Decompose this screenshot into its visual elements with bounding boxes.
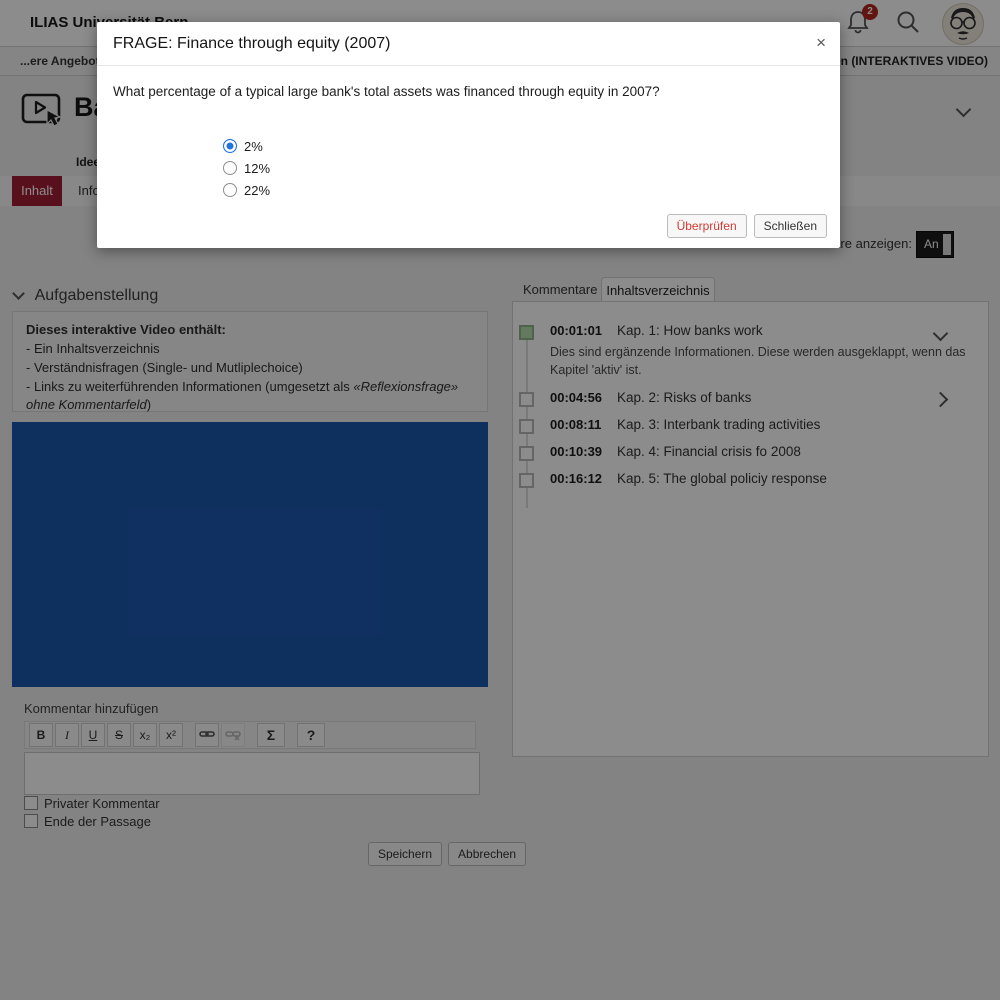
- modal-question: What percentage of a typical large bank'…: [113, 84, 660, 99]
- answer-label: 22%: [244, 183, 270, 198]
- modal-title: FRAGE: Finance through equity (2007): [113, 22, 390, 66]
- close-modal-button[interactable]: Schließen: [754, 214, 827, 238]
- answer-option[interactable]: 2%: [223, 136, 270, 156]
- radio-icon[interactable]: [223, 161, 237, 175]
- modal-header: FRAGE: Finance through equity (2007) ×: [97, 22, 840, 66]
- radio-selected-icon[interactable]: [223, 139, 237, 153]
- answer-label: 2%: [244, 139, 263, 154]
- check-answer-button[interactable]: Überprüfen: [667, 214, 747, 238]
- answer-option[interactable]: 12%: [223, 158, 270, 178]
- answer-option[interactable]: 22%: [223, 180, 270, 200]
- answer-options: 2% 12% 22%: [223, 136, 270, 202]
- close-icon[interactable]: ×: [816, 22, 826, 64]
- ilias-page: ILIAS Universität Bern 2: [0, 0, 1000, 1000]
- answer-label: 12%: [244, 161, 270, 176]
- question-modal: FRAGE: Finance through equity (2007) × W…: [97, 22, 840, 248]
- radio-icon[interactable]: [223, 183, 237, 197]
